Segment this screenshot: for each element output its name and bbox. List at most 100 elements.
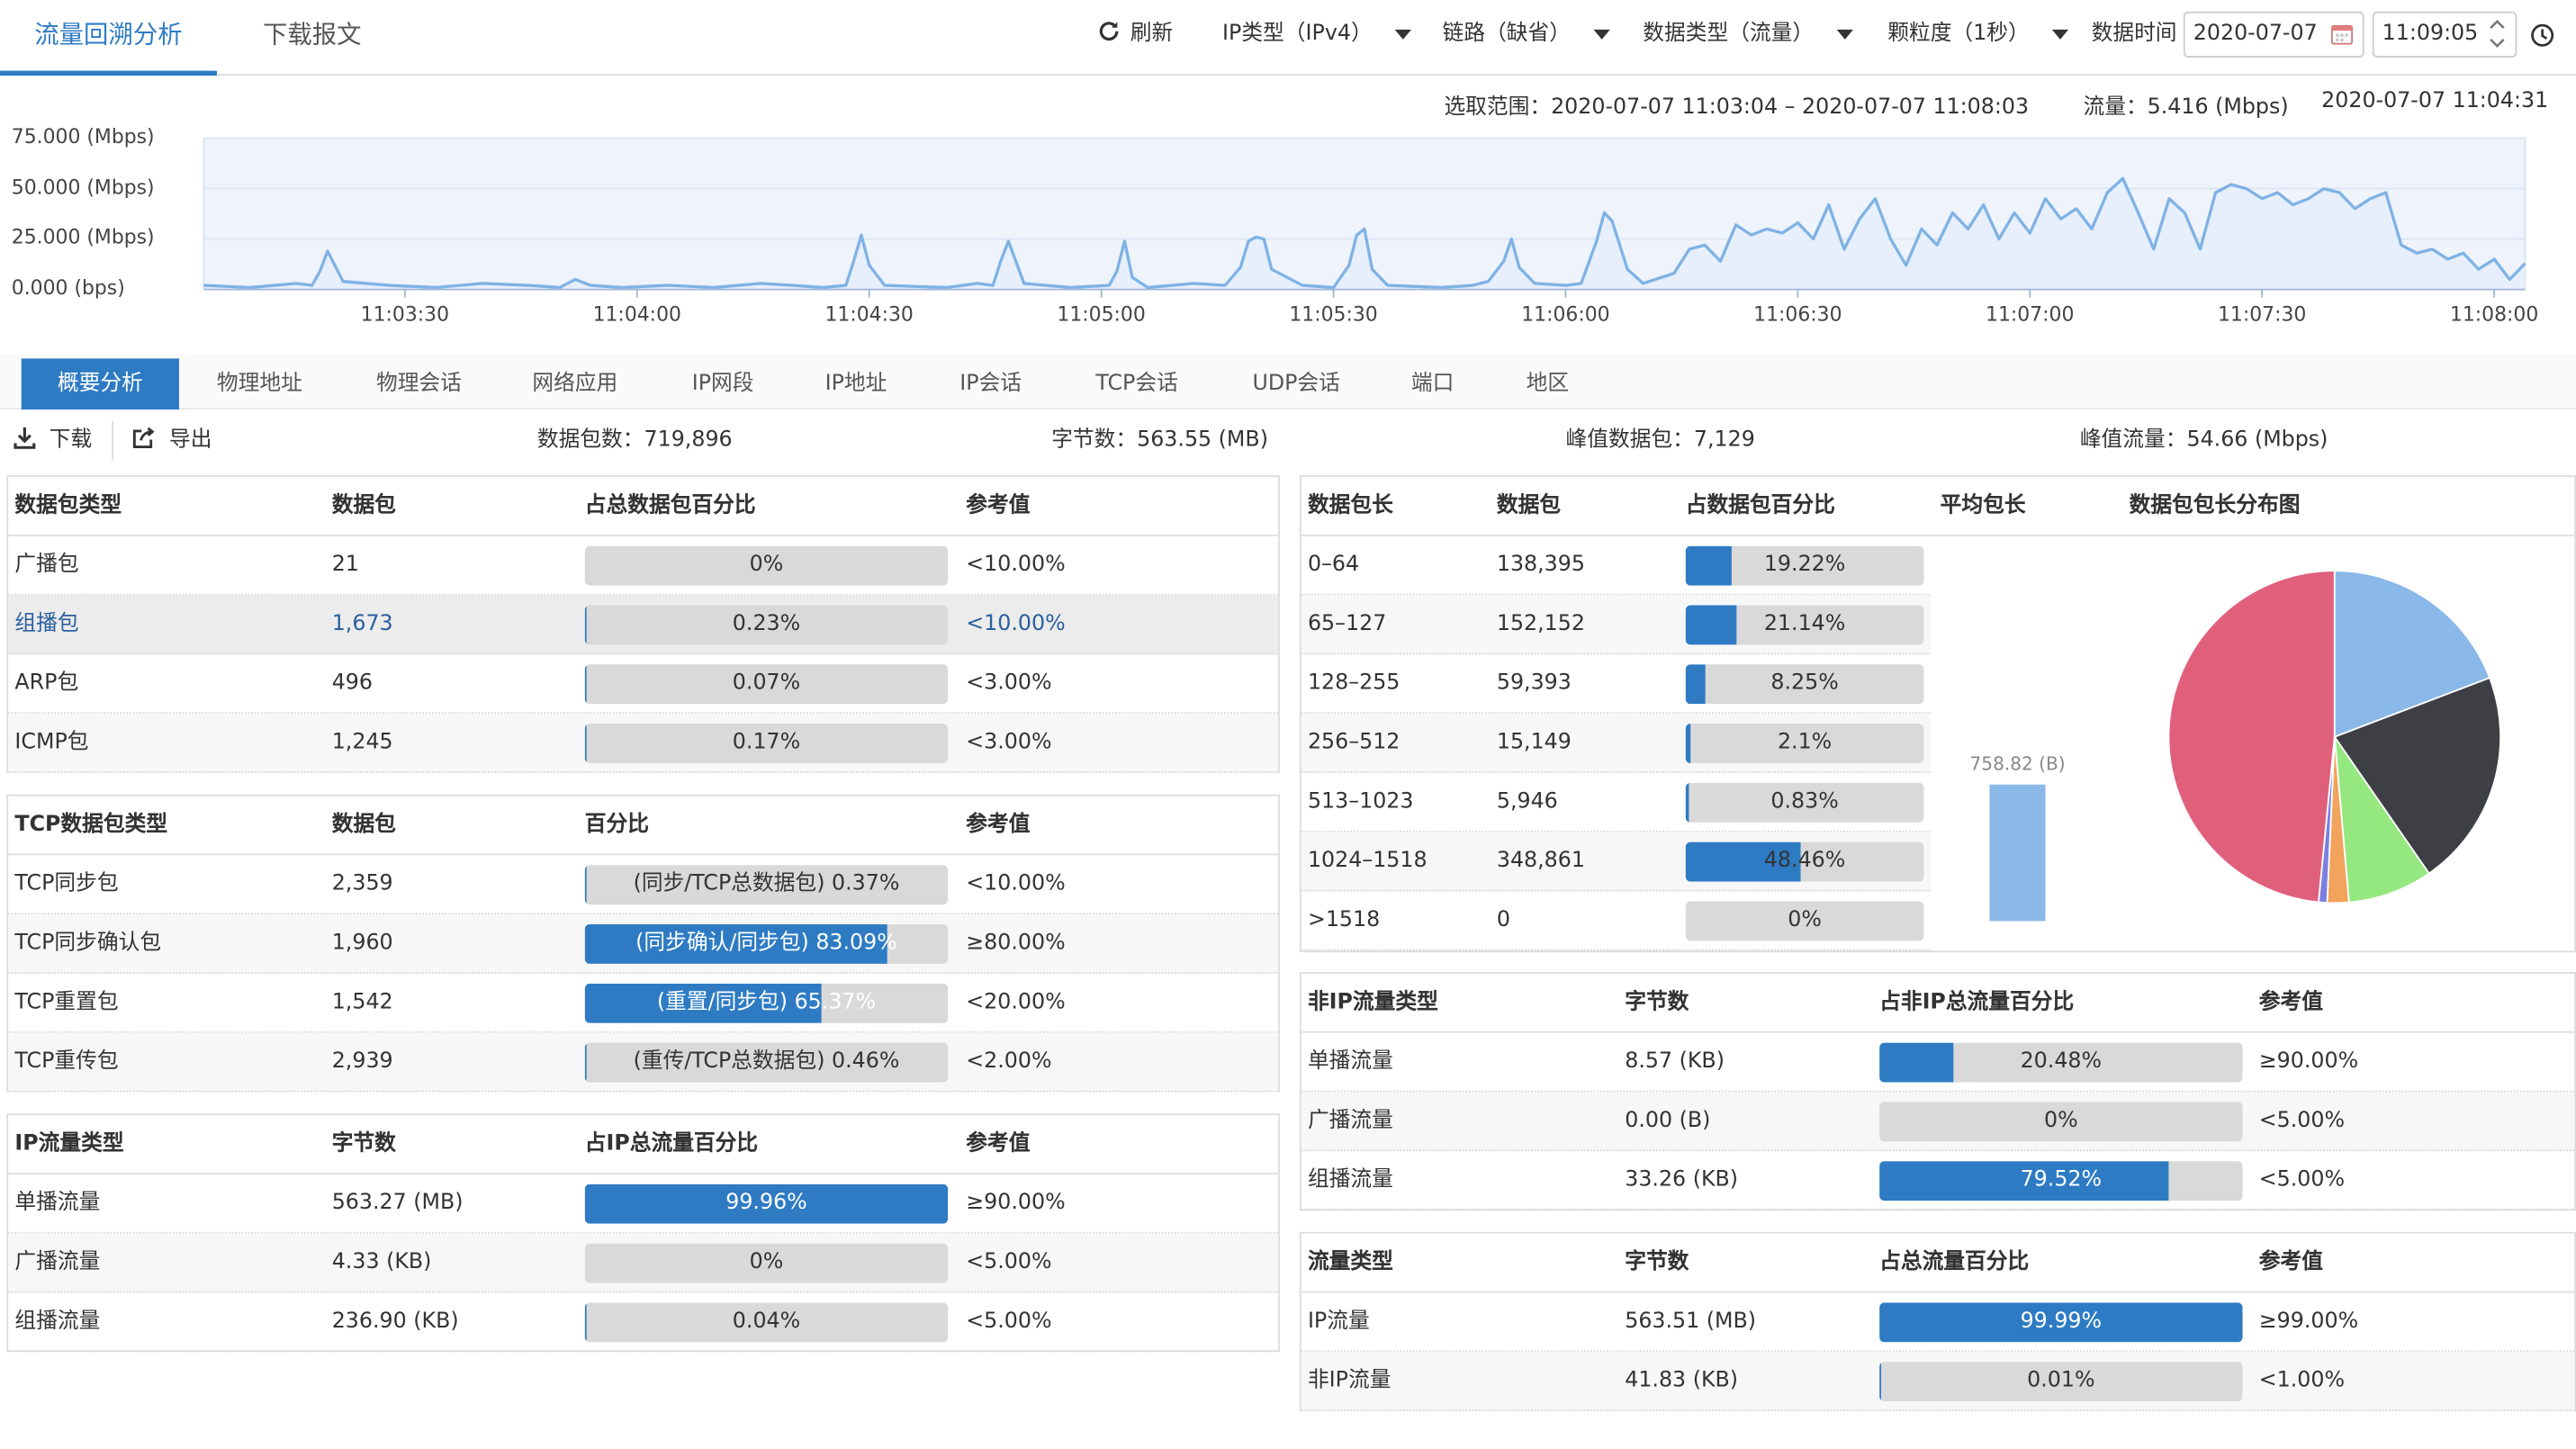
table-row[interactable]: 128–255 59,393 8.25%: [1301, 654, 1931, 715]
chevron-down-icon[interactable]: [2489, 38, 2505, 50]
calendar-icon[interactable]: [2329, 22, 2354, 46]
row-reference: <5.00%: [2258, 1108, 2346, 1134]
tab-download-packets[interactable]: 下载报文: [230, 0, 395, 76]
export-button[interactable]: 导出: [131, 415, 212, 467]
total-bytes: 字节数：563.55 (MB): [1051, 428, 1268, 453]
subtab-mac-address[interactable]: 物理地址: [185, 358, 333, 410]
export-icon: [132, 427, 155, 448]
row-type: 组播流量: [14, 1309, 101, 1335]
table-row[interactable]: 513–1023 5,946 0.83%: [1301, 773, 1931, 832]
row-count: 138,395: [1496, 553, 1585, 578]
row-count: 4.33 (KB): [331, 1249, 432, 1275]
row-reference: <10.00%: [966, 611, 1066, 637]
percentage-label: 0%: [1788, 907, 1822, 933]
traffic-chart[interactable]: 75.000 (Mbps) 50.000 (Mbps) 25.000 (Mbps) 0…: [0, 122, 2576, 342]
row-count: 41.83 (KB): [1625, 1368, 1739, 1393]
table-row[interactable]: 非IP流量 41.83 (KB) 0.01% <1.00%: [1301, 1352, 2575, 1411]
data-type-dropdown[interactable]: 数据类型（流量）: [1643, 0, 1853, 69]
table-row[interactable]: ICMP包 1,245 0.17% <3.00%: [8, 714, 1279, 773]
row-count: 1,542: [331, 990, 393, 1015]
link-dropdown[interactable]: 链路（缺省）: [1443, 0, 1610, 69]
clock-icon[interactable]: [2530, 23, 2554, 48]
percentage-bar: 8.25%: [1685, 664, 1924, 705]
subtab-region[interactable]: 地区: [1509, 358, 1588, 410]
row-count: 563.51 (MB): [1625, 1309, 1757, 1335]
ip-type-dropdown[interactable]: IP类型（IPv4）: [1222, 0, 1412, 69]
percentage-label: 48.46%: [1763, 848, 1846, 874]
table-row[interactable]: 256–512 15,149 2.1%: [1301, 714, 1931, 773]
download-button[interactable]: 下载: [14, 415, 93, 467]
peak-packets: 峰值数据包：7,129: [1565, 428, 1755, 453]
subtab-ip-address[interactable]: IP地址: [792, 358, 920, 410]
table-row[interactable]: 65–127 152,152 21.14%: [1301, 595, 1931, 655]
export-label: 导出: [169, 428, 212, 453]
ip-traffic-type-table: IP流量类型 字节数 占IP总流量百分比 参考值 单播流量 563.27 (MB) 99.9…: [6, 1113, 1280, 1353]
percentage-bar: 99.96%: [584, 1184, 949, 1224]
tab-traffic-analysis[interactable]: 流量回溯分析: [0, 0, 217, 76]
percentage-bar: 19.22%: [1685, 545, 1924, 586]
x-tick-label: 11:08:00: [2449, 302, 2539, 326]
table-row[interactable]: 1024–1518 348,861 48.46%: [1301, 832, 1931, 892]
table-row[interactable]: 单播流量 8.57 (KB) 20.48% ≥90.00%: [1301, 1033, 2575, 1093]
download-label: 下载: [49, 428, 93, 453]
table-row[interactable]: 组播流量 236.90 (KB) 0.04% <5.00%: [8, 1292, 1279, 1353]
subtab-tcp-session[interactable]: TCP会话: [1067, 358, 1205, 410]
table-header: 非IP流量类型 字节数 占非IP总流量百分比 参考值: [1301, 974, 2575, 1033]
chevron-up-icon[interactable]: [2489, 18, 2505, 30]
subtab-port[interactable]: 端口: [1393, 358, 1473, 410]
percentage-label: 2.1%: [1777, 730, 1833, 755]
subtab-network-app[interactable]: 网络应用: [501, 358, 649, 410]
percentage-label: 99.99%: [2020, 1309, 2103, 1335]
packet-length-table: 758.82 (B) 数据包长 数据包 占数据包百分比 平均包长 数据包包长分布图 0–6…: [1299, 475, 2576, 953]
table-row[interactable]: IP流量 563.51 (MB) 99.99% ≥99.00%: [1301, 1292, 2575, 1353]
table-row[interactable]: >1518 0 0%: [1301, 892, 1931, 951]
table-row[interactable]: 0–64 138,395 19.22%: [1301, 536, 1931, 596]
column-header: 数据包类型: [14, 493, 122, 518]
current-flow: 流量：5.416 (Mbps): [2083, 94, 2289, 121]
column-header: 百分比: [584, 812, 650, 838]
row-reference: ≥80.00%: [966, 931, 1066, 956]
top-bar: 流量回溯分析 下载报文 刷新 IP类型（IPv4） 链路（缺省） 数据类型（流量…: [0, 0, 2576, 76]
row-type: 广播流量: [1307, 1108, 1393, 1134]
subtab-mac-session[interactable]: 物理会话: [345, 358, 492, 410]
table-row[interactable]: 组播包 1,673 0.23% <10.00%: [8, 595, 1279, 655]
row-count: 152,152: [1496, 611, 1585, 637]
table-row[interactable]: 广播流量 0.00 (B) 0% <5.00%: [1301, 1092, 2575, 1152]
percentage-bar: 0.04%: [584, 1302, 949, 1343]
avg-packet-length-bar: [1989, 783, 2046, 922]
percentage-bar: 48.46%: [1685, 842, 1924, 882]
table-row[interactable]: TCP同步包 2,359 (同步/TCP总数据包) 0.37% <10.00%: [8, 855, 1279, 915]
refresh-button[interactable]: 刷新: [1097, 0, 1173, 69]
x-tick-label: 11:05:30: [1289, 302, 1378, 326]
subtab-ip-session[interactable]: IP会话: [925, 358, 1057, 410]
table-row[interactable]: ARP包 496 0.07% <3.00%: [8, 654, 1279, 715]
row-count: 15,149: [1496, 730, 1572, 755]
date-input[interactable]: 2020-07-07: [2183, 11, 2364, 58]
data-time-label: 数据时间: [2091, 21, 2177, 47]
packet-length-pie-chart[interactable]: [2154, 556, 2516, 918]
row-reference: <5.00%: [966, 1249, 1052, 1275]
summary-bar: 下载 导出 数据包数：719,896 字节数：563.55 (MB) 峰值数据包…: [0, 415, 2576, 467]
row-reference: <5.00%: [966, 1309, 1052, 1335]
table-row[interactable]: 广播流量 4.33 (KB) 0% <5.00%: [8, 1233, 1279, 1293]
row-count: 33.26 (KB): [1625, 1167, 1739, 1192]
table-row[interactable]: TCP同步确认包 1,960 (同步确认/同步包) 83.09% ≥80.00%: [8, 914, 1279, 974]
subtab-ip-segment[interactable]: IP网段: [657, 358, 788, 410]
percentage-bar: (同步/TCP总数据包) 0.37%: [584, 865, 949, 905]
percentage-label: 0.04%: [732, 1309, 801, 1335]
subtab-udp-session[interactable]: UDP会话: [1224, 358, 1369, 410]
percentage-bar: 0%: [584, 1243, 949, 1283]
granularity-dropdown[interactable]: 颗粒度（1秒）: [1887, 0, 2069, 69]
table-row[interactable]: TCP重传包 2,939 (重传/TCP总数据包) 0.46% <2.00%: [8, 1032, 1279, 1093]
percentage-label: (同步确认/同步包) 83.09%: [635, 931, 897, 956]
percentage-bar: 0.01%: [1879, 1362, 2243, 1402]
table-row[interactable]: 组播流量 33.26 (KB) 79.52% <5.00%: [1301, 1151, 2575, 1211]
pie-slice-5[interactable]: [2167, 570, 2336, 904]
table-row[interactable]: 单播流量 563.27 (MB) 99.96% ≥90.00%: [8, 1174, 1279, 1234]
table-row[interactable]: 广播包 21 0% <10.00%: [8, 536, 1279, 596]
time-input[interactable]: 11:09:05: [2372, 11, 2517, 58]
subtab-overview[interactable]: 概要分析: [21, 358, 179, 410]
column-header: 平均包长: [1940, 493, 2026, 518]
table-header: 数据包长 数据包 占数据包百分比 平均包长 数据包包长分布图: [1301, 477, 2575, 536]
table-row[interactable]: TCP重置包 1,542 (重置/同步包) 65.37% <20.00%: [8, 974, 1279, 1033]
